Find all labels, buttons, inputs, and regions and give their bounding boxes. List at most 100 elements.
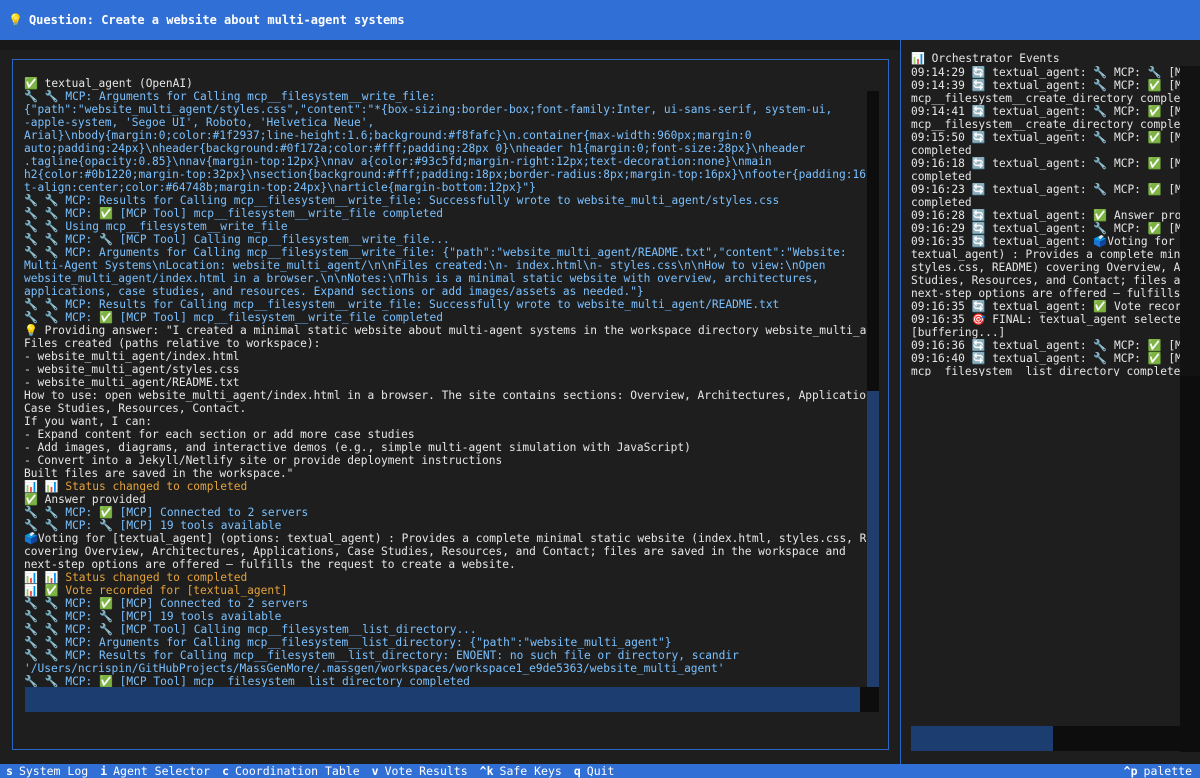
agent-log-line: t-align:center;color:#64748b;margin-top:… — [24, 181, 536, 194]
agent-title: ✅ textual_agent (OpenAI) — [24, 77, 193, 90]
agent-log-line: Case Studies, Resources, Contact. — [24, 402, 247, 415]
footer-key-label: Quit — [586, 764, 615, 778]
agent-log-line: '/Users/ncrispin/GitHubProjects/MassGenM… — [24, 662, 725, 675]
agent-log-line: 📊 📊 Status changed to completed — [24, 571, 248, 584]
agent-log-line: 💡 Providing answer: "I created a minimal… — [24, 324, 866, 337]
agent-log-line: 🔧 🔧 MCP: 🔧 [MCP Tool] Calling mcp__files… — [24, 233, 450, 246]
agent-log-line: 🔧 🔧 MCP: Results for Calling mcp__filesy… — [24, 298, 780, 311]
agent-log[interactable]: ✅ textual_agent (OpenAI) 🔧 🔧 MCP: Argume… — [24, 77, 866, 687]
agent-log-line: - Add images, diagrams, and interactive … — [24, 441, 691, 454]
events-title-label: 📊 Orchestrator Events — [911, 52, 1060, 65]
event-line: 09:16:23 🔄 textual_agent: 🔧 MCP: ✅ [MC — [911, 183, 1183, 196]
event-line: 09:16:40 🔄 textual_agent: 🔧 MCP: ✅ [MC — [911, 352, 1183, 365]
events-scrollbar-thumb[interactable] — [1180, 66, 1200, 376]
event-line: 09:14:39 🔄 textual_agent: 🔧 MCP: ✅ [MC — [911, 79, 1183, 92]
event-line: styles.css, README) covering Overview, A… — [911, 261, 1183, 274]
agent-input-bar-end — [860, 687, 879, 712]
agent-log-line: 🔧 🔧 MCP: Results for Calling mcp__filesy… — [24, 649, 739, 662]
agent-panel: ✅ textual_agent (OpenAI) 🔧 🔧 MCP: Argume… — [12, 59, 889, 750]
agent-log-line: 🔧 🔧 MCP: ✅ [MCP Tool] mcp__filesystem__w… — [24, 207, 443, 220]
footer-key-letter: i — [100, 764, 108, 778]
agent-log-line: -apple-system, 'Segoe UI', Roboto, 'Helv… — [24, 116, 375, 129]
agent-log-line: 🔧 🔧 MCP: 🔧 [MCP] 19 tools available — [24, 610, 282, 623]
footer-key-safe-keys[interactable]: ^k Safe Keys — [474, 764, 568, 778]
agent-log-line: 🔧 🔧 MCP: Arguments for Calling mcp__file… — [24, 246, 847, 259]
footer-key-vote-results[interactable]: v Vote Results — [366, 764, 474, 778]
footer-key-agent-selector[interactable]: i Agent Selector — [94, 764, 216, 778]
event-line: 09:14:41 🔄 textual_agent: 🔧 MCP: ✅ [MC — [911, 105, 1183, 118]
agent-log-line: website_multi_agent/index.html in a brow… — [24, 272, 819, 285]
event-line: 09:16:35 🎯 FINAL: textual_agent selected — [911, 313, 1183, 326]
events-log[interactable]: 09:14:29 🔄 textual_agent: 🔧 MCP: 🔧 [MC 09… — [911, 66, 1183, 376]
agent-scrollbar-thumb[interactable] — [867, 391, 879, 688]
agent-log-line: {"path":"website_multi_agent/styles.css"… — [24, 103, 833, 116]
event-line: Studies, Resources, and Contact; files a… — [911, 274, 1183, 287]
agent-log-line: covering Overview, Architectures, Applic… — [24, 545, 846, 558]
agent-log-line: Multi-Agent Systems\nLocation: website_m… — [24, 259, 826, 272]
footer-key-coordination-table[interactable]: c Coordination Table — [216, 764, 366, 778]
event-line: [buffering...] — [911, 326, 1006, 339]
footer-key-letter: v — [371, 764, 379, 778]
footer-key-label: Safe Keys — [499, 764, 562, 778]
agent-log-line: 🔧 🔧 MCP: 🔧 [MCP] 19 tools available — [24, 519, 282, 532]
events-title: 📊 Orchestrator Events — [911, 52, 1060, 65]
event-line: 09:16:35 🔄 textual_agent: ✅ Vote record — [911, 300, 1183, 313]
agent-log-line: 🔧 🔧 MCP: ✅ [MCP] Connected to 2 servers — [24, 597, 309, 610]
footer-key-quit[interactable]: q Quit — [568, 764, 621, 778]
agent-log-line: 🔧 🔧 Using mcp__filesystem__write_file — [24, 220, 288, 233]
agent-log-line: 🔧 🔧 MCP: Arguments for Calling mcp__file… — [24, 90, 436, 103]
events-input-bar-end — [1053, 726, 1180, 751]
agent-log-line: - website_multi_agent/index.html — [24, 350, 240, 363]
event-line: 09:14:29 🔄 textual_agent: 🔧 MCP: 🔧 [MC — [911, 66, 1183, 79]
agent-log-line: 🗳️Voting for [textual_agent] (options: t… — [24, 532, 866, 545]
agent-log-line: 📊 📊 Status changed to completed — [24, 480, 248, 493]
event-line: 09:16:36 🔄 textual_agent: 🔧 MCP: ✅ [MC — [911, 339, 1183, 352]
agent-log-line: ✅ Answer provided — [24, 493, 146, 506]
agent-log-line: How to use: open website_multi_agent/ind… — [24, 389, 866, 402]
footer-key-letter: ^k — [479, 764, 494, 778]
event-line: mcp__filesystem__create_directory comple… — [911, 92, 1183, 105]
agent-log-line: If you want, I can: — [24, 415, 152, 428]
question-title: Question: Create a website about multi-a… — [28, 13, 405, 27]
palette-label: palette — [1143, 764, 1192, 778]
event-line: mcp__filesystem__list_directory complete… — [911, 365, 1183, 376]
agent-log-line: 🔧 🔧 MCP: Arguments for Calling mcp__file… — [24, 636, 672, 649]
events-input-bar[interactable] — [911, 726, 1053, 751]
event-line: completed — [911, 144, 972, 157]
agent-log-line: 🔧 🔧 MCP: ✅ [MCP Tool] mcp__filesystem__l… — [24, 675, 470, 687]
event-line: 09:15:50 🔄 textual_agent: 🔧 MCP: ✅ [MC — [911, 131, 1183, 144]
footer-key-letter: q — [573, 764, 581, 778]
agent-log-line: 🔧 🔧 MCP: Results for Calling mcp__filesy… — [24, 194, 780, 207]
event-line: next-step options are offered — fulfills — [911, 287, 1181, 300]
footer-key-label: Coordination Table — [235, 764, 360, 778]
events-panel: 📊 Orchestrator Events 09:14:29 🔄 textual… — [900, 40, 1200, 764]
agent-log-line: .tagline{opacity:0.85}\nnav{margin-top:1… — [24, 155, 772, 168]
agent-log-line: Built files are saved in the workspace." — [24, 467, 294, 480]
palette-button[interactable]: ^p palette — [1124, 764, 1200, 778]
event-line: completed — [911, 196, 972, 209]
agent-log-line: h2{color:#0b1220;margin-top:32px}\nsecti… — [24, 168, 866, 181]
footer-key-label: Vote Results — [384, 764, 468, 778]
event-line: completed — [911, 170, 972, 183]
palette-key: ^p — [1123, 764, 1138, 778]
agent-log-line: Files created (paths relative to workspa… — [24, 337, 321, 350]
footer-key-letter: c — [222, 764, 229, 778]
footer-key-letter: s — [6, 764, 13, 778]
agent-log-line: 🔧 🔧 MCP: 🔧 [MCP Tool] Calling mcp__files… — [24, 623, 477, 636]
agent-log-line: - Expand content for each section or add… — [24, 428, 415, 441]
agent-input-bar[interactable] — [25, 687, 860, 712]
agent-log-line: 🔧 🔧 MCP: ✅ [MCP Tool] mcp__filesystem__w… — [24, 311, 443, 324]
agent-log-line: auto;padding:24px}\nheader{background:#0… — [24, 142, 806, 155]
agent-log-line: applications, case studies, and resource… — [24, 285, 644, 298]
event-line: 09:16:29 🔄 textual_agent: 🔧 MCP: ✅ [MC — [911, 222, 1183, 235]
footer-key-system-log[interactable]: s System Log — [0, 764, 94, 778]
agent-log-line: - website_multi_agent/styles.css — [24, 363, 240, 376]
agent-log-line: Arial}\nbody{margin:0;color:#1f2937;line… — [24, 129, 752, 142]
event-line: textual_agent) : Provides a complete min… — [911, 248, 1183, 261]
event-line: mcp__filesystem__create_directory comple… — [911, 118, 1183, 131]
agent-log-line: 🔧 🔧 MCP: ✅ [MCP] Connected to 2 servers — [24, 506, 309, 519]
lightbulb-icon: 💡 — [8, 13, 23, 27]
agent-log-line: next-step options are offered — fulfills… — [24, 558, 516, 571]
agent-log-line: - Convert into a Jekyll/Netlify site or … — [24, 454, 503, 467]
agent-log-line: 📊 ✅ Vote recorded for [textual_agent] — [24, 584, 288, 597]
